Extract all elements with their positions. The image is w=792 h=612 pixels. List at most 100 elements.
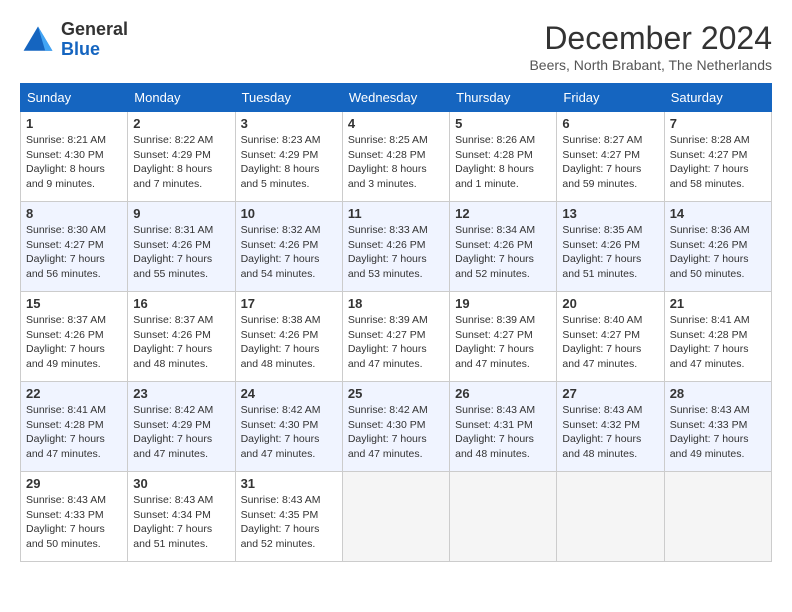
day-number: 26 [455,386,551,401]
calendar-day-cell: 8Sunrise: 8:30 AM Sunset: 4:27 PM Daylig… [21,202,128,292]
day-number: 3 [241,116,337,131]
weekday-header-monday: Monday [128,84,235,112]
calendar-day-cell: 11 Sunrise: 8:33 AM Sunset: 4:26 PM Dayli… [342,202,449,292]
day-number: 16 [133,296,229,311]
calendar-day-cell: 14 Sunrise: 8:36 AM Sunset: 4:26 PM Dayli… [664,202,771,292]
calendar-day-cell: 27 Sunrise: 8:43 AM Sunset: 4:32 PM Dayli… [557,382,664,472]
calendar-day-cell: 18Sunrise: 8:39 AM Sunset: 4:27 PM Dayli… [342,292,449,382]
day-detail: Sunrise: 8:41 AM Sunset: 4:28 PM Dayligh… [26,403,122,462]
calendar-day-cell: 5 Sunrise: 8:26 AM Sunset: 4:28 PM Daylig… [450,112,557,202]
calendar-day-cell: 7Sunrise: 8:28 AM Sunset: 4:27 PM Daylig… [664,112,771,202]
day-detail: Sunrise: 8:43 AM Sunset: 4:32 PM Dayligh… [562,403,658,462]
weekday-header-friday: Friday [557,84,664,112]
day-detail: Sunrise: 8:35 AM Sunset: 4:26 PM Dayligh… [562,223,658,282]
calendar-day-cell: 6 Sunrise: 8:27 AM Sunset: 4:27 PM Daylig… [557,112,664,202]
calendar-day-cell: 20Sunrise: 8:40 AM Sunset: 4:27 PM Dayli… [557,292,664,382]
day-number: 31 [241,476,337,491]
logo: General Blue [20,20,128,60]
day-detail: Sunrise: 8:42 AM Sunset: 4:30 PM Dayligh… [348,403,444,462]
day-detail: Sunrise: 8:22 AM Sunset: 4:29 PM Dayligh… [133,133,229,192]
day-number: 22 [26,386,122,401]
calendar-day-cell: 1Sunrise: 8:21 AM Sunset: 4:30 PM Daylig… [21,112,128,202]
day-detail: Sunrise: 8:39 AM Sunset: 4:27 PM Dayligh… [348,313,444,372]
day-detail: Sunrise: 8:39 AM Sunset: 4:27 PM Dayligh… [455,313,551,372]
day-detail: Sunrise: 8:43 AM Sunset: 4:33 PM Dayligh… [26,493,122,552]
logo-blue-text: Blue [61,40,128,60]
day-number: 29 [26,476,122,491]
page-header: General Blue December 2024 Beers, North … [20,20,772,73]
day-number: 25 [348,386,444,401]
title-block: December 2024 Beers, North Brabant, The … [529,20,772,73]
calendar-day-cell: 19 Sunrise: 8:39 AM Sunset: 4:27 PM Dayli… [450,292,557,382]
logo-general-text: General [61,20,128,40]
calendar-day-cell: 31 Sunrise: 8:43 AM Sunset: 4:35 PM Dayli… [235,472,342,562]
weekday-header-saturday: Saturday [664,84,771,112]
day-detail: Sunrise: 8:31 AM Sunset: 4:26 PM Dayligh… [133,223,229,282]
day-detail: Sunrise: 8:42 AM Sunset: 4:30 PM Dayligh… [241,403,337,462]
weekday-header-thursday: Thursday [450,84,557,112]
empty-cell [450,472,557,562]
calendar-day-cell: 9 Sunrise: 8:31 AM Sunset: 4:26 PM Daylig… [128,202,235,292]
weekday-header-row: SundayMondayTuesdayWednesdayThursdayFrid… [21,84,772,112]
day-number: 20 [562,296,658,311]
calendar-day-cell: 29 Sunrise: 8:43 AM Sunset: 4:33 PM Dayli… [21,472,128,562]
day-number: 30 [133,476,229,491]
day-number: 23 [133,386,229,401]
day-number: 17 [241,296,337,311]
day-detail: Sunrise: 8:30 AM Sunset: 4:27 PM Dayligh… [26,223,122,282]
calendar-day-cell: 23Sunrise: 8:42 AM Sunset: 4:29 PM Dayli… [128,382,235,472]
empty-cell [557,472,664,562]
day-number: 14 [670,206,766,221]
day-detail: Sunrise: 8:32 AM Sunset: 4:26 PM Dayligh… [241,223,337,282]
day-number: 10 [241,206,337,221]
day-detail: Sunrise: 8:21 AM Sunset: 4:30 PM Dayligh… [26,133,122,192]
day-detail: Sunrise: 8:37 AM Sunset: 4:26 PM Dayligh… [26,313,122,372]
day-number: 2 [133,116,229,131]
day-detail: Sunrise: 8:43 AM Sunset: 4:33 PM Dayligh… [670,403,766,462]
day-detail: Sunrise: 8:33 AM Sunset: 4:26 PM Dayligh… [348,223,444,282]
calendar-day-cell: 3 Sunrise: 8:23 AM Sunset: 4:29 PM Daylig… [235,112,342,202]
weekday-header-tuesday: Tuesday [235,84,342,112]
day-number: 13 [562,206,658,221]
day-number: 9 [133,206,229,221]
calendar-week-row: 8Sunrise: 8:30 AM Sunset: 4:27 PM Daylig… [21,202,772,292]
calendar-day-cell: 17 Sunrise: 8:38 AM Sunset: 4:26 PM Dayli… [235,292,342,382]
day-detail: Sunrise: 8:36 AM Sunset: 4:26 PM Dayligh… [670,223,766,282]
day-number: 12 [455,206,551,221]
calendar-day-cell: 25 Sunrise: 8:42 AM Sunset: 4:30 PM Dayli… [342,382,449,472]
calendar-day-cell: 28Sunrise: 8:43 AM Sunset: 4:33 PM Dayli… [664,382,771,472]
calendar-day-cell: 12 Sunrise: 8:34 AM Sunset: 4:26 PM Dayli… [450,202,557,292]
day-number: 27 [562,386,658,401]
weekday-header-sunday: Sunday [21,84,128,112]
day-number: 5 [455,116,551,131]
calendar-day-cell: 10 Sunrise: 8:32 AM Sunset: 4:26 PM Dayli… [235,202,342,292]
day-detail: Sunrise: 8:27 AM Sunset: 4:27 PM Dayligh… [562,133,658,192]
day-number: 21 [670,296,766,311]
day-number: 11 [348,206,444,221]
calendar-week-row: 15Sunrise: 8:37 AM Sunset: 4:26 PM Dayli… [21,292,772,382]
day-number: 24 [241,386,337,401]
day-detail: Sunrise: 8:41 AM Sunset: 4:28 PM Dayligh… [670,313,766,372]
day-detail: Sunrise: 8:26 AM Sunset: 4:28 PM Dayligh… [455,133,551,192]
day-detail: Sunrise: 8:37 AM Sunset: 4:26 PM Dayligh… [133,313,229,372]
calendar-week-row: 22 Sunrise: 8:41 AM Sunset: 4:28 PM Dayli… [21,382,772,472]
calendar-day-cell: 2 Sunrise: 8:22 AM Sunset: 4:29 PM Daylig… [128,112,235,202]
weekday-header-wednesday: Wednesday [342,84,449,112]
day-number: 4 [348,116,444,131]
logo-icon [20,22,56,58]
calendar-day-cell: 4Sunrise: 8:25 AM Sunset: 4:28 PM Daylig… [342,112,449,202]
day-detail: Sunrise: 8:34 AM Sunset: 4:26 PM Dayligh… [455,223,551,282]
calendar-day-cell: 13 Sunrise: 8:35 AM Sunset: 4:26 PM Dayli… [557,202,664,292]
calendar-table: SundayMondayTuesdayWednesdayThursdayFrid… [20,83,772,562]
calendar-day-cell: 21 Sunrise: 8:41 AM Sunset: 4:28 PM Dayli… [664,292,771,382]
empty-cell [342,472,449,562]
day-detail: Sunrise: 8:23 AM Sunset: 4:29 PM Dayligh… [241,133,337,192]
calendar-week-row: 29 Sunrise: 8:43 AM Sunset: 4:33 PM Dayli… [21,472,772,562]
day-detail: Sunrise: 8:38 AM Sunset: 4:26 PM Dayligh… [241,313,337,372]
day-number: 6 [562,116,658,131]
day-detail: Sunrise: 8:43 AM Sunset: 4:35 PM Dayligh… [241,493,337,552]
day-number: 7 [670,116,766,131]
calendar-day-cell: 16 Sunrise: 8:37 AM Sunset: 4:26 PM Dayli… [128,292,235,382]
empty-cell [664,472,771,562]
day-number: 19 [455,296,551,311]
